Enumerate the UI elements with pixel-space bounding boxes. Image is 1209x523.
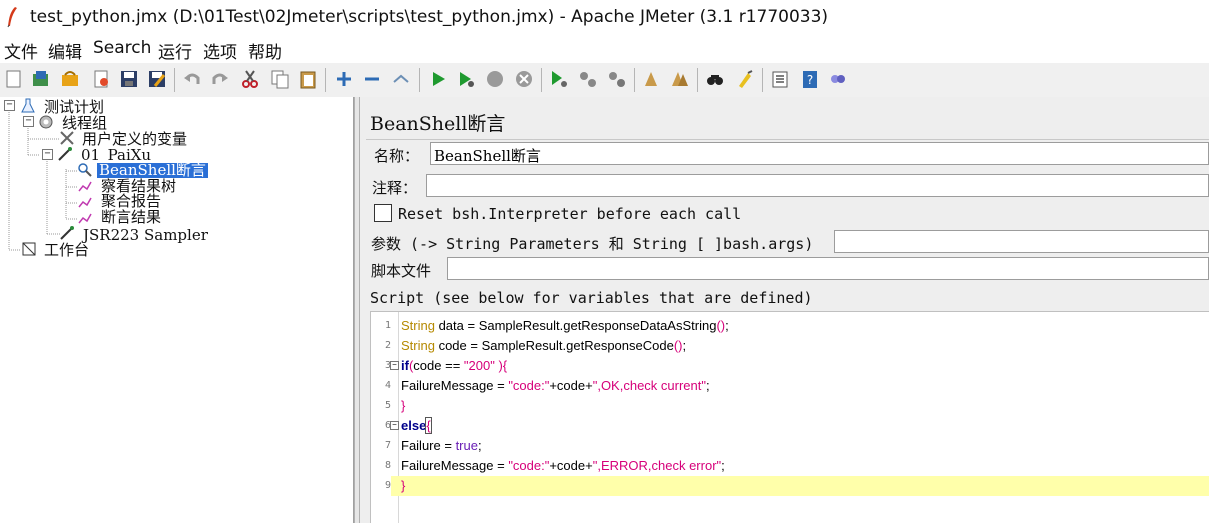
start-icon[interactable] <box>428 69 448 89</box>
comment-label: 注释： <box>372 179 418 197</box>
code-text: FailureMessage = "code:"+code+",OK,check… <box>401 378 710 393</box>
script-editor[interactable]: 1 String data = SampleResult.getResponse… <box>370 311 1209 523</box>
open-icon[interactable] <box>60 69 80 89</box>
tree-item-thread-group[interactable]: 线程组 <box>62 116 107 131</box>
remote-stop-icon[interactable] <box>578 69 598 89</box>
code-text: } <box>401 398 406 413</box>
reset-interpreter-checkbox[interactable] <box>374 204 392 222</box>
pipette-icon <box>60 226 74 240</box>
graph-icon <box>78 181 92 192</box>
expander-01-paixu[interactable]: − <box>42 149 53 160</box>
expander-thread-group[interactable]: − <box>23 116 34 127</box>
menu-search[interactable]: Search <box>93 38 151 58</box>
tools-icon <box>60 131 74 145</box>
remote-shutdown-icon[interactable] <box>607 69 627 89</box>
menu-help[interactable]: 帮助 <box>248 38 282 63</box>
search-icon[interactable] <box>705 69 725 89</box>
close-icon[interactable] <box>91 69 111 89</box>
beanshell-assertion-panel: BeanShell断言 名称： BeanShell断言 注释： Reset bs… <box>360 97 1209 523</box>
stop-icon[interactable] <box>485 69 505 89</box>
code-line: 8 FailureMessage = "code:"+code+",ERROR,… <box>371 456 1209 476</box>
parameters-field[interactable] <box>834 230 1209 253</box>
fold-marker[interactable]: − <box>390 421 399 430</box>
start-no-pause-icon[interactable] <box>456 69 476 89</box>
fold-marker[interactable]: − <box>390 361 399 370</box>
remote-start-icon[interactable] <box>549 69 569 89</box>
menu-run[interactable]: 运行 <box>158 38 192 63</box>
tree-item-user-variables[interactable]: 用户定义的变量 <box>82 132 187 147</box>
test-plan-tree: − 测试计划 − 线程组 用户定义的变量 − 01_PaiXu BeanShel… <box>0 97 354 523</box>
templates-icon[interactable] <box>31 69 51 89</box>
script-file-label: 脚本文件 <box>371 262 432 280</box>
toolbar: ? <box>0 63 1209 98</box>
code-text: else{ <box>401 417 432 434</box>
tree-item-jsr223-sampler[interactable]: JSR223 Sampler <box>83 228 208 243</box>
menu-bar: 文件 编辑 Search 运行 选项 帮助 <box>0 36 1209 63</box>
jmeter-feather-icon <box>7 7 17 28</box>
function-helper-icon[interactable] <box>770 69 790 89</box>
new-icon[interactable] <box>4 69 24 89</box>
graph-icon <box>78 197 92 208</box>
copy-icon[interactable] <box>270 69 290 89</box>
code-text: String code = SampleResult.getResponseCo… <box>401 338 687 353</box>
menu-options[interactable]: 选项 <box>203 38 237 63</box>
menu-edit[interactable]: 编辑 <box>48 38 82 63</box>
svg-text:?: ? <box>807 73 813 87</box>
paste-icon[interactable] <box>298 69 318 89</box>
pipette-icon <box>58 147 72 161</box>
code-line: 7 Failure = true; <box>371 436 1209 456</box>
save-as-icon[interactable] <box>147 69 167 89</box>
code-text: Failure = true; <box>401 438 482 453</box>
code-text: if(code == "200" ){ <box>401 358 508 373</box>
panel-title: BeanShell断言 <box>370 113 506 135</box>
reset-interpreter-label: Reset bsh.Interpreter before each call <box>398 205 742 223</box>
tree-item-test-plan[interactable]: 测试计划 <box>44 100 104 115</box>
redo-icon[interactable] <box>210 69 230 89</box>
help-icon[interactable]: ? <box>800 69 820 89</box>
code-line-current: 9 } <box>371 476 1209 496</box>
tree-item-beanshell-assertion[interactable]: BeanShell断言 <box>97 163 208 178</box>
gear-icon <box>39 115 53 129</box>
script-label: Script (see below for variables that are… <box>370 289 813 307</box>
code-line: 5 } <box>371 396 1209 416</box>
code-line: 2 String code = SampleResult.getResponse… <box>371 336 1209 356</box>
tree-item-aggregate-report[interactable]: 聚合报告 <box>101 194 161 209</box>
undo-icon[interactable] <box>182 69 202 89</box>
code-line: 6 − else{ <box>371 416 1209 436</box>
clear-all-icon[interactable] <box>670 69 690 89</box>
log-icon[interactable] <box>828 69 848 89</box>
code-text: String data = SampleResult.getResponseDa… <box>401 318 729 333</box>
graph-icon <box>78 213 92 224</box>
comment-field[interactable] <box>426 174 1209 197</box>
workbench-icon <box>22 242 36 256</box>
code-line: 3 − if(code == "200" ){ <box>371 356 1209 376</box>
save-icon[interactable] <box>119 69 139 89</box>
collapse-icon[interactable] <box>362 69 382 89</box>
name-field[interactable]: BeanShell断言 <box>430 142 1209 165</box>
expander-test-plan[interactable]: − <box>4 100 15 111</box>
title-bar: test_python.jmx (D:\01Test\02Jmeter\scri… <box>0 0 1209 36</box>
tree-item-workbench[interactable]: 工作台 <box>44 243 89 258</box>
tree-item-assertion-results[interactable]: 断言结果 <box>101 210 161 225</box>
magnifier-icon <box>78 163 92 177</box>
code-text: FailureMessage = "code:"+code+",ERROR,ch… <box>401 458 725 473</box>
script-file-field[interactable] <box>447 257 1209 280</box>
expand-icon[interactable] <box>334 69 354 89</box>
code-text: } <box>401 478 406 493</box>
cut-icon[interactable] <box>240 69 260 89</box>
flask-icon <box>21 98 35 113</box>
window-title: test_python.jmx (D:\01Test\02Jmeter\scri… <box>30 7 829 27</box>
toggle-icon[interactable] <box>391 69 411 89</box>
clear-icon[interactable] <box>641 69 661 89</box>
shutdown-icon[interactable] <box>514 69 534 89</box>
code-line: 4 FailureMessage = "code:"+code+",OK,che… <box>371 376 1209 396</box>
name-label: 名称： <box>374 147 420 165</box>
code-line: 1 String data = SampleResult.getResponse… <box>371 316 1209 336</box>
menu-file[interactable]: 文件 <box>4 38 38 63</box>
parameters-label: 参数 (-> String Parameters 和 String [ ]bas… <box>371 235 814 253</box>
reset-search-icon[interactable] <box>735 69 755 89</box>
